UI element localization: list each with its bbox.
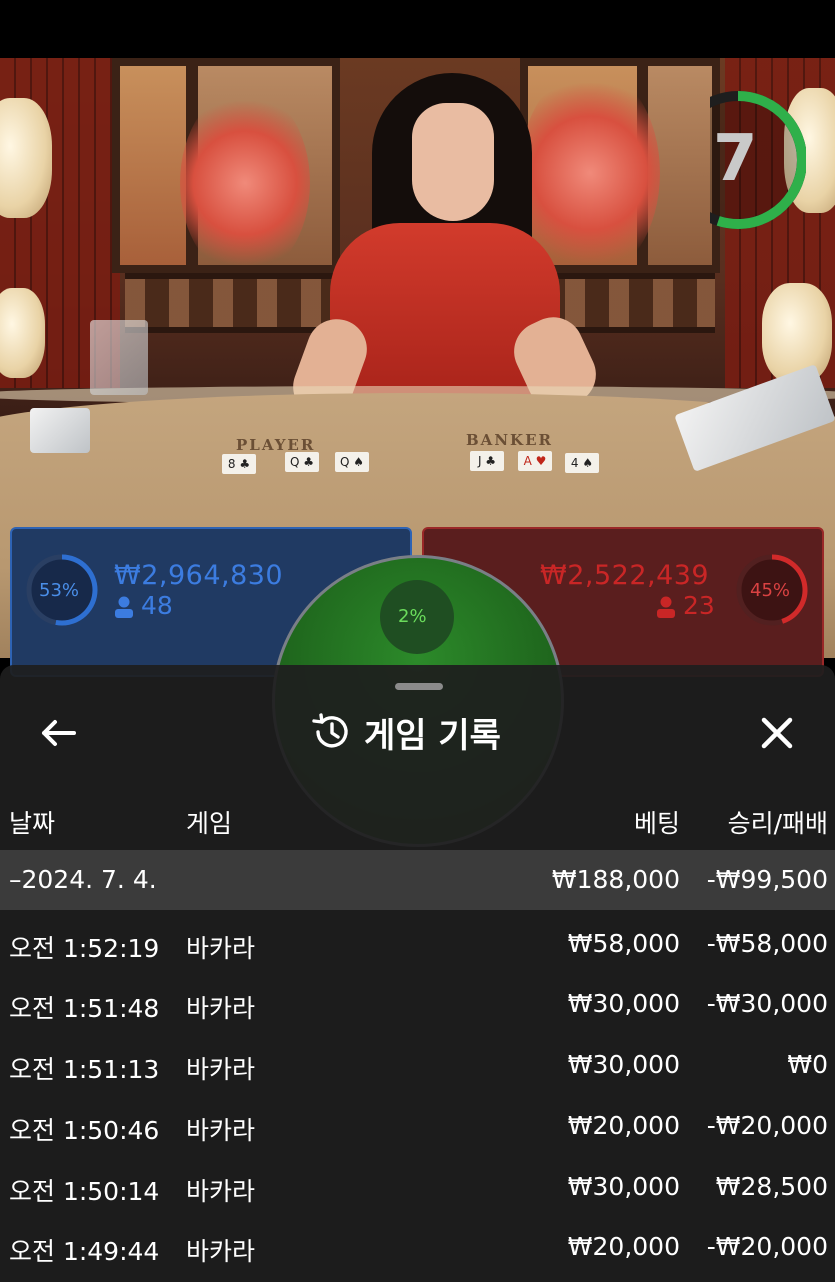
history-table-header: 날짜 게임 베팅 승리/패배 bbox=[0, 796, 835, 846]
date-group-label: –2024. 7. 4. bbox=[9, 865, 157, 894]
column-header-game: 게임 bbox=[186, 809, 233, 838]
status-bar bbox=[0, 0, 835, 58]
close-button[interactable] bbox=[755, 711, 799, 755]
row-result: ₩0 bbox=[787, 1050, 828, 1079]
close-icon bbox=[761, 717, 793, 749]
lantern-decor bbox=[762, 283, 832, 383]
column-header-bet: 베팅 bbox=[633, 809, 680, 838]
drag-handle[interactable] bbox=[395, 683, 443, 690]
row-game: 바카라 bbox=[186, 1237, 256, 1266]
history-row[interactable]: 오전 1:49:44 바카라 ₩20,000 -₩20,000 bbox=[0, 1217, 835, 1277]
banker-total-bet: ₩2,522,439 bbox=[540, 560, 710, 591]
player-total-bet: ₩2,964,830 bbox=[114, 560, 284, 591]
player-card: Q ♠ bbox=[335, 452, 369, 472]
lantern-decor bbox=[0, 288, 45, 378]
banker-bettor-count: 23 bbox=[683, 591, 715, 620]
column-header-date: 날짜 bbox=[9, 809, 56, 838]
row-bet: ₩20,000 bbox=[567, 1111, 680, 1140]
row-result: -₩58,000 bbox=[706, 929, 828, 958]
blossom-decor bbox=[180, 88, 310, 278]
banker-percent: 45% bbox=[750, 580, 791, 601]
date-group-row[interactable]: –2024. 7. 4. ₩188,000 -₩99,500 bbox=[0, 850, 835, 910]
history-header: 게임 기록 bbox=[310, 708, 501, 756]
history-row[interactable]: 오전 1:50:14 바카라 ₩30,000 ₩28,500 bbox=[0, 1157, 835, 1217]
row-result: -₩20,000 bbox=[706, 1232, 828, 1261]
arrow-left-icon bbox=[42, 720, 76, 746]
dealer-face bbox=[412, 103, 494, 221]
row-game: 바카라 bbox=[186, 1177, 256, 1206]
date-group-bet-total: ₩188,000 bbox=[551, 865, 680, 894]
player-percent: 53% bbox=[39, 580, 80, 601]
user-icon bbox=[114, 596, 136, 618]
row-game: 바카라 bbox=[186, 934, 256, 963]
row-game: 바카라 bbox=[186, 1055, 256, 1084]
row-time: 오전 1:49:44 bbox=[9, 1237, 160, 1266]
tie-percent: 2% bbox=[398, 606, 427, 627]
row-result: ₩28,500 bbox=[715, 1172, 828, 1201]
table-label-banker: BANKER bbox=[466, 431, 553, 449]
row-bet: ₩58,000 bbox=[567, 929, 680, 958]
banker-card: 4 ♠ bbox=[565, 453, 599, 473]
player-bettor-count: 48 bbox=[141, 591, 173, 620]
row-time: 오전 1:50:46 bbox=[9, 1116, 160, 1145]
user-icon bbox=[656, 596, 678, 618]
history-clock-icon bbox=[312, 713, 348, 748]
countdown-timer-value: 7 bbox=[713, 122, 758, 196]
lantern-decor bbox=[0, 98, 52, 218]
card-holder bbox=[90, 320, 148, 395]
date-group-result-total: -₩99,500 bbox=[706, 865, 828, 894]
history-row[interactable]: 오전 1:51:13 바카라 ₩30,000 ₩0 bbox=[0, 1035, 835, 1095]
row-result: -₩20,000 bbox=[706, 1111, 828, 1140]
row-time: 오전 1:52:19 bbox=[9, 934, 160, 963]
row-game: 바카라 bbox=[186, 1116, 256, 1145]
row-result: -₩30,000 bbox=[706, 989, 828, 1018]
player-card: Q ♣ bbox=[285, 452, 319, 472]
row-bet: ₩30,000 bbox=[567, 1050, 680, 1079]
history-row[interactable]: 오전 1:50:46 바카라 ₩20,000 -₩20,000 bbox=[0, 1096, 835, 1156]
column-header-result: 승리/패배 bbox=[727, 809, 828, 838]
row-bet: ₩20,000 bbox=[567, 1232, 680, 1261]
history-row[interactable]: 오전 1:51:48 바카라 ₩30,000 -₩30,000 bbox=[0, 974, 835, 1034]
banker-card: J ♣ bbox=[470, 451, 504, 471]
page-title: 게임 기록 bbox=[364, 715, 501, 756]
history-row[interactable]: 오전 1:52:19 바카라 ₩58,000 -₩58,000 bbox=[0, 914, 835, 974]
row-time: 오전 1:51:13 bbox=[9, 1055, 160, 1084]
row-bet: ₩30,000 bbox=[567, 1172, 680, 1201]
row-game: 바카라 bbox=[186, 994, 256, 1023]
row-time: 오전 1:51:48 bbox=[9, 994, 160, 1023]
card-discard-tray bbox=[30, 408, 90, 453]
back-button[interactable] bbox=[38, 713, 78, 753]
row-time: 오전 1:50:14 bbox=[9, 1177, 160, 1206]
row-bet: ₩30,000 bbox=[567, 989, 680, 1018]
player-card: 8 ♣ bbox=[222, 454, 256, 474]
banker-card: A ♥ bbox=[518, 451, 552, 471]
